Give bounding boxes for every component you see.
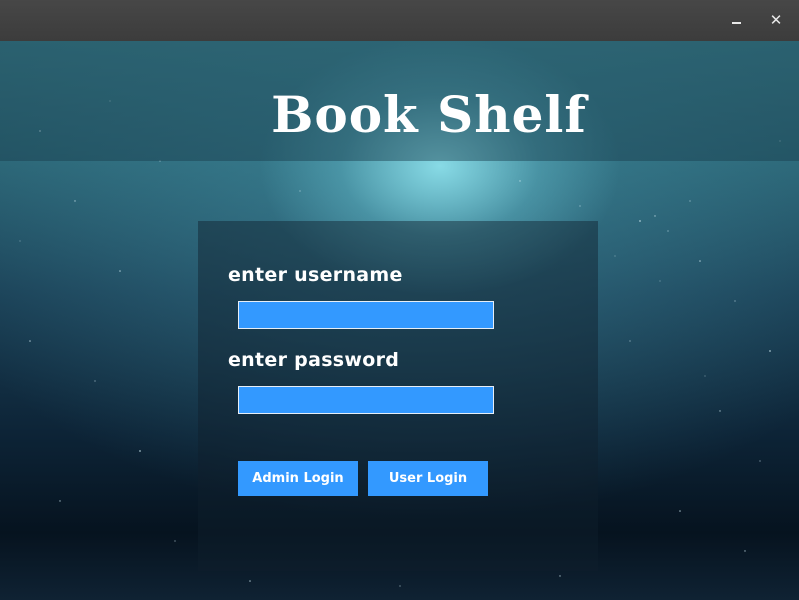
close-button[interactable]: ✕: [765, 10, 787, 30]
minimize-button[interactable]: [725, 10, 747, 30]
username-input[interactable]: [238, 301, 494, 329]
username-label: enter username: [228, 264, 403, 286]
app-title: Book Shelf: [271, 85, 587, 144]
password-label: enter password: [228, 349, 400, 371]
user-login-button[interactable]: User Login: [368, 461, 488, 496]
minimize-icon: [731, 22, 741, 24]
app-window: ✕ Book Shelf enter username enter passwo…: [0, 0, 799, 600]
window-titlebar[interactable]: ✕: [0, 0, 799, 41]
login-panel: enter username enter password Admin Logi…: [198, 221, 598, 571]
close-icon: ✕: [769, 11, 783, 29]
admin-login-button[interactable]: Admin Login: [238, 461, 358, 496]
password-input[interactable]: [238, 386, 494, 414]
